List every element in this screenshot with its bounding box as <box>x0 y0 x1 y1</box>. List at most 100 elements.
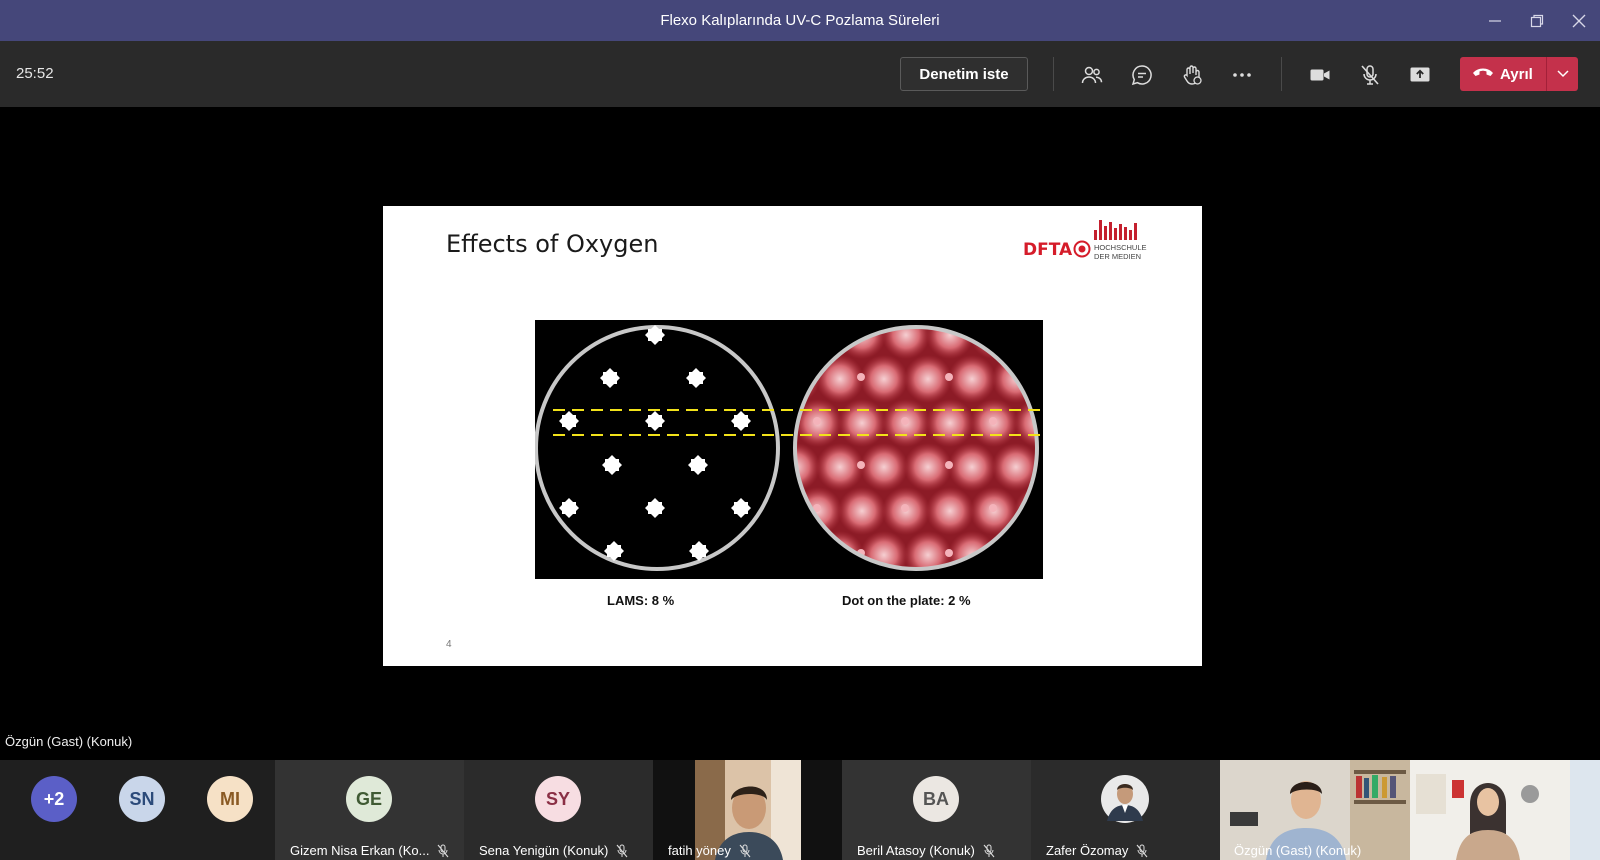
plate-spot <box>970 575 1018 579</box>
participant-name: Zafer Özomay <box>1046 843 1148 858</box>
logo-sub-line1: HOCHSCHULE <box>1094 243 1147 252</box>
shared-content-stage: Effects of Oxygen DFTA HOCHSCHULE DER ME… <box>0 107 1600 760</box>
participant-name-text: Gizem Nisa Erkan (Ko... <box>290 843 430 858</box>
plate-spot <box>794 575 842 579</box>
participant-tile-ozgun[interactable]: Özgün (Gast) (Konuk) <box>1220 760 1600 860</box>
hang-up-icon <box>1472 65 1494 84</box>
leave-label: Ayrıl <box>1500 65 1533 83</box>
plate-spot <box>795 531 820 569</box>
plate-spot <box>926 487 974 535</box>
leave-button[interactable]: Ayrıl <box>1460 57 1578 91</box>
participant-name: Özgün (Gast) (Konuk) <box>1234 843 1361 858</box>
plate-dot <box>857 461 865 469</box>
leave-main[interactable]: Ayrıl <box>1460 57 1546 91</box>
plate-spot <box>926 399 974 447</box>
plate-spot <box>795 327 798 359</box>
dfta-hdm-logo: DFTA HOCHSCHULE DER MEDIEN <box>1023 220 1147 261</box>
minimize-icon[interactable] <box>1474 0 1516 41</box>
meeting-timer: 25:52 <box>16 65 54 82</box>
plate-spot <box>860 531 908 569</box>
camera-icon[interactable] <box>1306 61 1334 89</box>
plate-dot <box>901 504 909 512</box>
participant-tile-sy[interactable]: SY Sena Yenigün (Konuk) <box>464 760 653 860</box>
avatar: BA <box>913 776 959 822</box>
caption-lams: LAMS: 8 % <box>607 593 675 608</box>
caption-plate: Dot on the plate: 2 % <box>842 593 971 608</box>
plate-spot <box>904 355 952 403</box>
plate-spot <box>1036 531 1037 569</box>
plate-spot <box>1036 355 1037 403</box>
participant-tile-fatih[interactable]: fatih yöney <box>653 760 842 860</box>
participant-tile-ba[interactable]: BA Beril Atasoy (Konuk) <box>842 760 1031 860</box>
plate-dot <box>813 417 821 425</box>
plate-spot <box>816 355 864 403</box>
plate-spot <box>948 355 996 403</box>
avatar: MI <box>207 776 253 822</box>
plate-dot <box>945 549 953 557</box>
oxygen-effect-figure <box>535 320 1043 579</box>
participant-name: Beril Atasoy (Konuk) <box>857 843 995 858</box>
plate-dot <box>945 373 953 381</box>
participant-tile-mi[interactable]: MI <box>180 760 275 860</box>
mic-off-icon <box>616 844 628 858</box>
plate-spot <box>1014 327 1037 359</box>
window-controls <box>1474 0 1600 41</box>
raise-hand-icon[interactable] <box>1178 61 1206 89</box>
plate-dot <box>857 373 865 381</box>
participant-strip: +2 SN MI GE Gizem Nisa Erkan (Ko... SY S… <box>0 760 1600 860</box>
plate-spot <box>860 355 908 403</box>
participant-tile-ge[interactable]: GE Gizem Nisa Erkan (Ko... <box>275 760 464 860</box>
mic-muted-icon[interactable] <box>1356 61 1384 89</box>
mic-off-icon <box>983 844 995 858</box>
participant-tile-zafer[interactable]: Zafer Özomay <box>1031 760 1220 860</box>
participant-name-text: Zafer Özomay <box>1046 843 1129 858</box>
request-control-button[interactable]: Denetim iste <box>900 57 1028 91</box>
avatar-initials: SY <box>545 788 570 809</box>
mic-off-icon <box>437 844 449 858</box>
lams-circle <box>535 325 780 571</box>
plate-spot <box>795 327 842 359</box>
avatar: SY <box>535 776 581 822</box>
window-title: Flexo Kalıplarında UV-C Pozlama Süreleri <box>660 12 940 29</box>
plate-spot <box>816 443 864 491</box>
plate-dot <box>989 504 997 512</box>
share-screen-icon[interactable] <box>1406 61 1434 89</box>
more-options-icon[interactable] <box>1228 61 1256 89</box>
toolbar-divider <box>1281 57 1282 91</box>
participant-tile-more[interactable]: +2 <box>0 760 90 860</box>
participant-name: Sena Yenigün (Konuk) <box>479 843 628 858</box>
close-icon[interactable] <box>1558 0 1600 41</box>
participants-icon[interactable] <box>1078 61 1106 89</box>
plate-spot <box>750 575 798 579</box>
toolbar-divider <box>1053 57 1054 91</box>
plate-dot <box>989 417 997 425</box>
participant-tile-sn[interactable]: SN <box>90 760 180 860</box>
presentation-slide: Effects of Oxygen DFTA HOCHSCHULE DER ME… <box>383 206 1202 666</box>
participant-name-text: Sena Yenigün (Konuk) <box>479 843 609 858</box>
chat-icon[interactable] <box>1128 61 1156 89</box>
avatar: +2 <box>31 776 77 822</box>
chevron-down-icon[interactable] <box>1547 70 1578 78</box>
participant-name: Gizem Nisa Erkan (Ko... <box>290 843 449 858</box>
avatar-initials: +2 <box>43 788 65 809</box>
avatar: GE <box>346 776 392 822</box>
participant-name: fatih yöney <box>668 843 751 858</box>
plate-spot <box>904 531 952 569</box>
plate-dot <box>945 461 953 469</box>
avatar-initials: GE <box>355 788 382 809</box>
participant-name-text: Özgün (Gast) (Konuk) <box>1234 843 1362 858</box>
title-bar: Flexo Kalıplarında UV-C Pozlama Süreleri <box>0 0 1600 41</box>
plate-spot <box>882 575 930 579</box>
plate-spot <box>926 575 974 579</box>
plate-spot <box>1014 575 1043 579</box>
plate-spot <box>860 443 908 491</box>
avatar-photo <box>1101 775 1149 823</box>
mic-off-icon <box>739 844 751 858</box>
avatar-initials: BA <box>923 788 949 809</box>
restore-icon[interactable] <box>1516 0 1558 41</box>
avatar: SN <box>119 776 165 822</box>
participant-name-text: Beril Atasoy (Konuk) <box>857 843 975 858</box>
plate-spot <box>838 575 886 579</box>
plate-spot <box>904 443 952 491</box>
plate-spot <box>948 443 996 491</box>
